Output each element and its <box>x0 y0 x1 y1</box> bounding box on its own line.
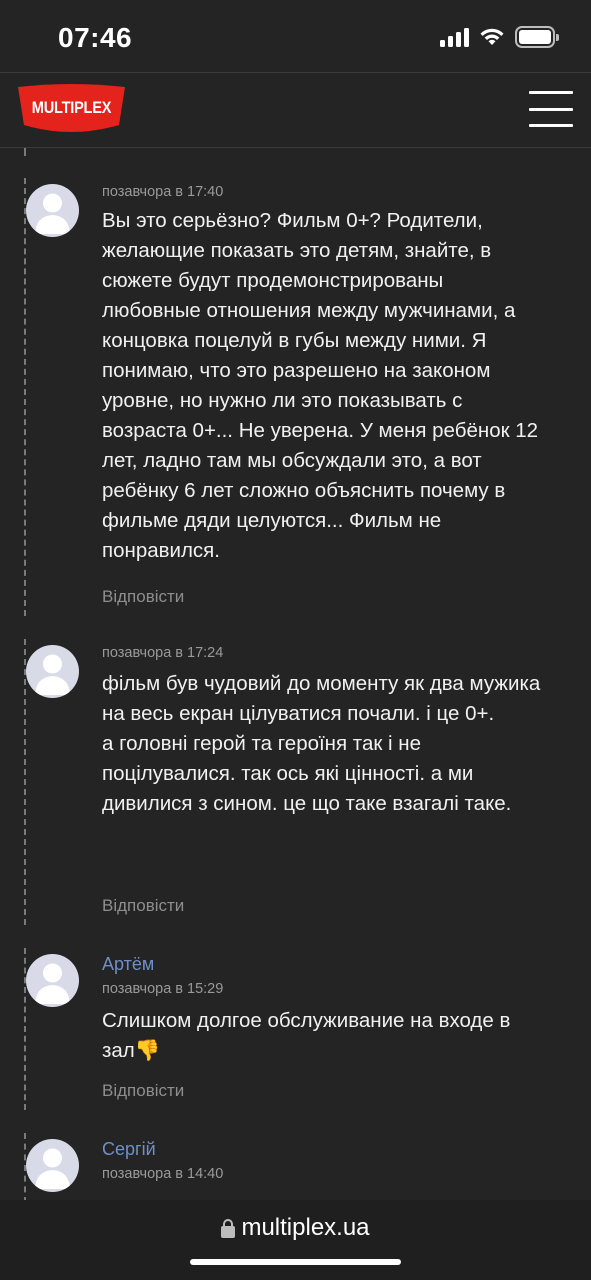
status-icons <box>440 26 559 48</box>
comment-time: позавчора в 15:29 <box>102 981 224 997</box>
status-bar: 07:46 <box>0 0 591 72</box>
reply-button[interactable]: Відповісти <box>102 1081 184 1101</box>
user-avatar-icon <box>35 193 70 234</box>
reply-button[interactable]: Відповісти <box>102 587 184 607</box>
comment-time: позавчора в 17:24 <box>102 645 224 661</box>
browser-address-bar[interactable]: multiplex.ua <box>0 1200 591 1280</box>
logo-text: MULTIPLEX <box>31 98 112 117</box>
comment-text: Вы это серьёзно? Фильм 0+? Родители, жел… <box>102 209 539 562</box>
comment-paragraph: а головні герой та героїня так і не поці… <box>102 732 512 815</box>
site-header: MULTIPLEX <box>0 72 591 148</box>
user-avatar-icon <box>35 654 70 695</box>
hamburger-icon[interactable] <box>529 91 573 127</box>
home-indicator[interactable] <box>190 1259 401 1265</box>
url-display[interactable]: multiplex.ua <box>0 1214 591 1242</box>
wifi-icon <box>480 28 504 45</box>
cellular-signal-icon <box>440 27 469 47</box>
reply-button[interactable]: Відповісти <box>102 896 184 916</box>
avatar <box>26 645 79 698</box>
avatar <box>26 1139 79 1192</box>
comment-author[interactable]: Артём <box>102 954 154 975</box>
comment-paragraph: фільм був чудовий до моменту як два мужи… <box>102 672 541 725</box>
comment-text: фільм був чудовий до моменту як два мужи… <box>102 669 542 819</box>
avatar <box>26 184 79 237</box>
user-avatar-icon <box>35 1148 70 1189</box>
thread-line <box>24 948 26 1110</box>
battery-icon <box>515 26 559 48</box>
thread-line <box>24 148 26 156</box>
comment-time: позавчора в 17:40 <box>102 184 224 200</box>
comment-time: позавчора в 14:40 <box>102 1166 224 1182</box>
status-time: 07:46 <box>58 22 133 53</box>
comment-text: Слишком долгое обслуживание на входе в з… <box>102 1009 511 1062</box>
url-text: multiplex.ua <box>241 1214 370 1241</box>
lock-icon <box>221 1218 236 1238</box>
thread-line <box>24 178 26 616</box>
thread-line <box>24 639 26 925</box>
multiplex-logo[interactable]: MULTIPLEX <box>18 83 125 140</box>
user-avatar-icon <box>35 963 70 1004</box>
comment-author[interactable]: Сергій <box>102 1139 156 1160</box>
avatar <box>26 954 79 1007</box>
